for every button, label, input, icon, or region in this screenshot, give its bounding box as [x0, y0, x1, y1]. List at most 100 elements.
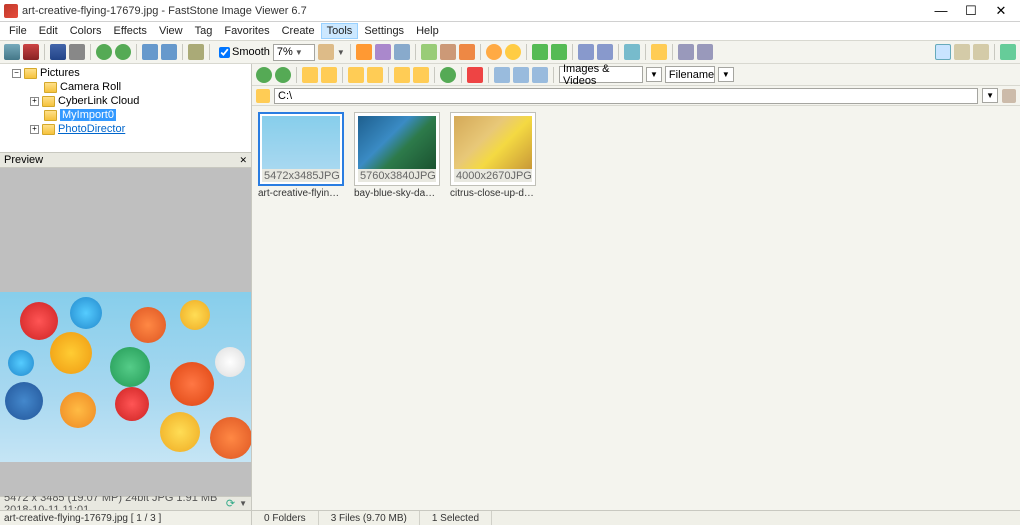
toolbar-button[interactable] — [4, 44, 20, 60]
chevron-down-icon[interactable]: ▼ — [718, 67, 734, 82]
collapse-icon[interactable]: ✕ — [239, 155, 247, 166]
titlebar: art-creative-flying-17679.jpg - FastSton… — [0, 0, 1020, 22]
menubar: FileEditColorsEffectsViewTagFavoritesCre… — [0, 22, 1020, 40]
refresh-icon[interactable] — [440, 67, 456, 83]
calendar-icon[interactable] — [1002, 89, 1016, 103]
history-button[interactable] — [321, 67, 337, 83]
undo-button[interactable] — [188, 44, 204, 60]
thumbnail[interactable]: 5760x3840JPGbay-blue-sky-daylig... — [354, 112, 440, 199]
save-button[interactable] — [50, 44, 66, 60]
gear-icon[interactable] — [486, 44, 502, 60]
back-button[interactable] — [256, 67, 272, 83]
thumb-info: 5760x3840JPG — [358, 169, 436, 182]
path-input[interactable]: C:\ — [274, 88, 978, 104]
thumb-filename: art-creative-flying-1... — [258, 188, 344, 199]
view-details-button[interactable] — [973, 44, 989, 60]
toolbar-button[interactable] — [23, 44, 39, 60]
window-title: art-creative-flying-17679.jpg - FastSton… — [22, 5, 934, 17]
mail-icon[interactable] — [651, 44, 667, 60]
toolbar-button[interactable] — [459, 44, 475, 60]
toolbar-button[interactable] — [597, 44, 613, 60]
filter-combo[interactable]: Images & Videos — [559, 66, 643, 83]
filter-value: Images & Videos — [563, 63, 639, 87]
smooth-checkbox[interactable] — [219, 47, 230, 58]
toolbar-button[interactable] — [551, 44, 567, 60]
favorites-button[interactable] — [367, 67, 383, 83]
view-thumbnails-button[interactable] — [935, 44, 951, 60]
toolbar-button[interactable] — [578, 44, 594, 60]
view-list-button[interactable] — [954, 44, 970, 60]
folder-icon — [42, 124, 55, 135]
copy-button[interactable] — [394, 67, 410, 83]
path-value: C:\ — [278, 90, 292, 102]
tree-root-label[interactable]: Pictures — [40, 67, 80, 79]
thumbnail[interactable]: 4000x2670JPGcitrus-close-up-delic... — [450, 112, 536, 199]
chevron-down-icon[interactable]: ▼ — [982, 88, 998, 103]
thumb-filename: citrus-close-up-delic... — [450, 188, 536, 199]
forward-button[interactable] — [275, 67, 291, 83]
tree-item[interactable]: +PhotoDirector — [2, 122, 249, 136]
toolbar-button[interactable] — [532, 44, 548, 60]
menu-create[interactable]: Create — [276, 23, 321, 39]
toolbar-button[interactable] — [421, 44, 437, 60]
back-button[interactable] — [96, 44, 112, 60]
menu-settings[interactable]: Settings — [358, 23, 410, 39]
toolbar-button[interactable] — [356, 44, 372, 60]
thumbnail[interactable]: 5472x3485JPGart-creative-flying-1... — [258, 112, 344, 199]
chevron-down-icon[interactable]: ▼ — [646, 67, 662, 82]
drive-icon[interactable] — [256, 89, 270, 103]
tree-collapse-icon[interactable]: − — [12, 69, 21, 78]
toolbar-button[interactable] — [624, 44, 640, 60]
print-icon[interactable] — [678, 44, 694, 60]
tree-expand-icon[interactable]: + — [30, 97, 39, 106]
browser-toolbar: Images & Videos ▼ Filename ▼ — [252, 64, 1020, 86]
menu-file[interactable]: File — [3, 23, 33, 39]
toolbar-button[interactable] — [440, 44, 456, 60]
delete-icon[interactable] — [467, 67, 483, 83]
view-mode-button[interactable] — [494, 67, 510, 83]
right-panel: Images & Videos ▼ Filename ▼ C:\ ▼ 5472x… — [252, 64, 1020, 510]
tree-item[interactable]: MyImport0 — [2, 108, 249, 122]
sun-icon[interactable] — [505, 44, 521, 60]
preview-pane[interactable] — [0, 168, 251, 496]
toolbar-button[interactable] — [697, 44, 713, 60]
view-mode-button[interactable] — [513, 67, 529, 83]
chevron-down-icon[interactable]: ▼ — [239, 499, 247, 508]
up-button[interactable] — [302, 67, 318, 83]
menu-tag[interactable]: Tag — [189, 23, 219, 39]
sync-icon[interactable]: ⟳ — [226, 497, 235, 510]
folder-icon — [44, 82, 57, 93]
forward-button[interactable] — [115, 44, 131, 60]
menu-edit[interactable]: Edit — [33, 23, 64, 39]
toolbar-button[interactable] — [69, 44, 85, 60]
folder-button[interactable] — [348, 67, 364, 83]
status-path: art-creative-flying-17679.jpg [ 1 / 3 ] — [0, 511, 252, 525]
rotate-right-button[interactable] — [161, 44, 177, 60]
tree-expand-icon[interactable]: + — [30, 125, 39, 134]
close-button[interactable]: ✕ — [994, 4, 1008, 18]
hand-tool-button[interactable] — [318, 44, 334, 60]
maximize-button[interactable]: ☐ — [964, 4, 978, 18]
thumbnail-pane[interactable]: 5472x3485JPGart-creative-flying-1...5760… — [252, 106, 1020, 510]
tree-item-label: MyImport0 — [60, 109, 116, 121]
menu-view[interactable]: View — [153, 23, 189, 39]
menu-colors[interactable]: Colors — [64, 23, 108, 39]
toolbar-button[interactable] — [375, 44, 391, 60]
toolbar-button[interactable] — [394, 44, 410, 60]
tree-item[interactable]: Camera Roll — [2, 80, 249, 94]
minimize-button[interactable]: ― — [934, 4, 948, 18]
view-mode-button[interactable] — [532, 67, 548, 83]
fullscreen-button[interactable] — [1000, 44, 1016, 60]
tree-item[interactable]: +CyberLink Cloud — [2, 94, 249, 108]
chevron-down-icon[interactable]: ▼ — [337, 48, 345, 57]
menu-favorites[interactable]: Favorites — [218, 23, 275, 39]
menu-help[interactable]: Help — [410, 23, 445, 39]
rotate-left-button[interactable] — [142, 44, 158, 60]
menu-effects[interactable]: Effects — [108, 23, 153, 39]
folder-tree[interactable]: − PicturesCamera Roll+CyberLink CloudMyIm… — [0, 64, 251, 152]
zoom-combo[interactable]: 7% ▼ — [273, 44, 315, 61]
sort-combo[interactable]: Filename — [665, 66, 715, 83]
smooth-toggle[interactable]: Smooth — [219, 46, 270, 58]
paste-button[interactable] — [413, 67, 429, 83]
menu-tools[interactable]: Tools — [321, 23, 359, 39]
